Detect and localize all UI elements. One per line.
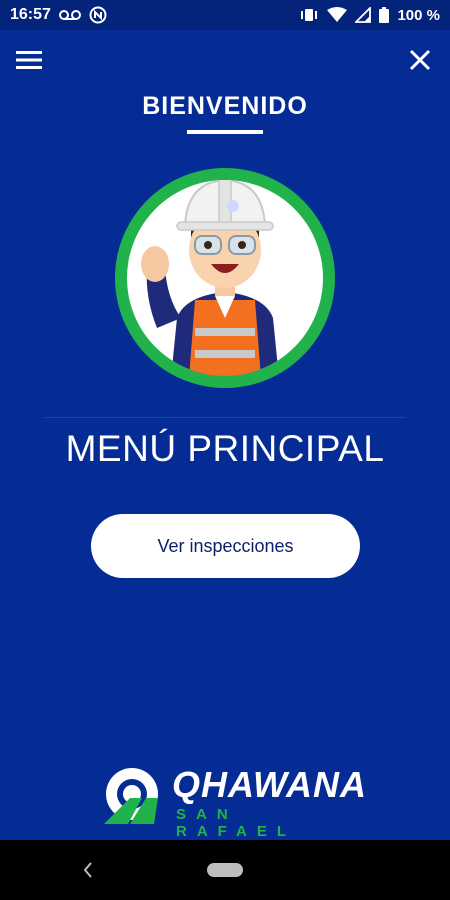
battery-icon: [379, 7, 390, 23]
status-bar: 16:57 100 %: [0, 0, 450, 30]
brand-name: QHAWANA: [172, 764, 367, 805]
signal-icon: [355, 7, 372, 23]
close-icon[interactable]: [408, 48, 432, 72]
system-nav-bar: [0, 840, 450, 900]
battery-level: 100 %: [397, 6, 440, 24]
brand-subtitle: SAN RAFAEL: [176, 806, 296, 840]
vibrate-icon: [299, 7, 319, 23]
avatar: [115, 168, 335, 388]
brand-logo: QHAWANA SAN RAFAEL: [100, 760, 366, 840]
welcome-heading: BIENVENIDO: [142, 92, 308, 120]
welcome-underline: [187, 130, 263, 134]
home-pill-button[interactable]: [207, 863, 243, 877]
view-inspections-button[interactable]: Ver inspecciones: [91, 514, 360, 578]
divider: [45, 417, 405, 418]
voicemail-icon: [58, 9, 81, 21]
status-right: 100 %: [299, 7, 440, 24]
nfc-icon: [89, 6, 107, 24]
wifi-icon: [327, 7, 348, 23]
hamburger-menu-icon[interactable]: [16, 50, 42, 70]
back-icon[interactable]: [80, 860, 96, 880]
page-title: MENÚ PRINCIPAL: [65, 428, 385, 469]
status-time: 16:57: [10, 6, 51, 23]
status-left: 16:57: [10, 6, 107, 24]
brand-mark-icon: [104, 768, 158, 824]
top-bar: [0, 30, 450, 90]
